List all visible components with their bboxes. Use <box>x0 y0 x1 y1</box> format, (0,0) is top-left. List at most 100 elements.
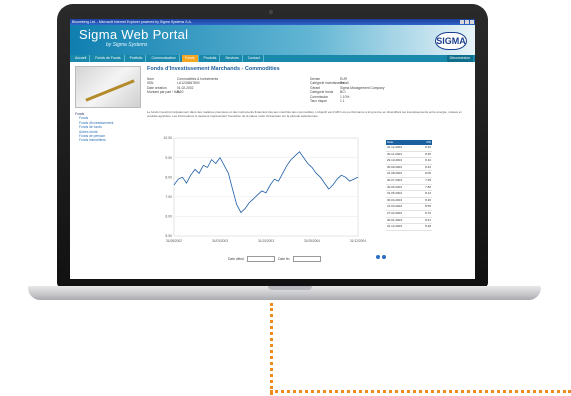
browser-title: Bloomberg Ltd. - Microsoft Internet Expl… <box>72 20 192 24</box>
table-cell-nav: 8.05 <box>425 171 431 176</box>
nav-item-communication[interactable]: Communication <box>148 55 180 62</box>
y-tick-label: 7.00 <box>165 195 172 199</box>
pen-image <box>85 79 135 102</box>
fund-info-right: Devise EUR Catégorie investisseurs Retail … <box>310 77 385 103</box>
sidebar-tree: Fonds Fonds Fonds d'investissement Fonds… <box>75 112 113 143</box>
laptop-base <box>28 286 541 300</box>
table-cell-nav: 8.10 <box>425 158 431 163</box>
x-tick-label: 31/08/2002 <box>166 239 182 243</box>
date-filter: Date début Date fin <box>228 256 321 262</box>
table-cell-date: 30.11.2004 <box>387 151 402 156</box>
table-cell-nav: 8.12 <box>425 191 431 196</box>
info-value: 8.20 <box>177 90 184 95</box>
info-row: Taux risque 1.1 <box>310 99 385 103</box>
portal-title: Sigma Web Portal <box>79 27 189 42</box>
date-from-input[interactable] <box>247 256 276 262</box>
table-cell-date: 29.10.2004 <box>387 158 403 163</box>
table-row: 29.10.2004 8.10 <box>386 158 432 165</box>
dotted-callout-vertical <box>270 303 273 395</box>
date-from-label: Date début <box>228 257 245 261</box>
table-cell-nav: 8.48 <box>425 224 431 229</box>
table-row: 30.09.2004 8.42 <box>386 165 432 172</box>
nav-item-portfolio[interactable]: Portfolio <box>127 55 147 62</box>
table-cell-date: 30.09.2004 <box>387 164 403 169</box>
info-key: Montant par part / NAV <box>147 90 181 95</box>
table-body: 31.12.2004 8.20 30.11.2004 8.35 29.10.2004 8.… <box>386 145 432 231</box>
y-tick-label: 9.00 <box>165 156 172 160</box>
table-cell-date: 31.03.2004 <box>387 204 403 209</box>
camera-icon <box>269 10 273 14</box>
table-cell-nav: 8.42 <box>425 164 431 169</box>
nav-item-contact[interactable]: Contact <box>245 55 264 62</box>
nav-item-funds[interactable]: Funds <box>181 55 199 62</box>
table-row: 30.01.2004 8.61 <box>386 218 432 225</box>
sidebar-item[interactable]: Fonds immobiliers <box>75 138 113 142</box>
table-cell-date: 30.06.2004 <box>387 184 403 189</box>
table-row: 30.11.2004 8.35 <box>386 152 432 159</box>
table-cell-nav: 8.30 <box>425 197 431 202</box>
nav-item-services[interactable]: Services <box>222 55 243 62</box>
table-cell-nav: 8.20 <box>425 145 431 149</box>
maximize-icon[interactable] <box>465 20 469 24</box>
table-cell-date: 30.04.2004 <box>387 197 403 202</box>
table-row: 30.06.2004 7.80 <box>386 185 432 192</box>
laptop-lid: Bloomberg Ltd. - Microsoft Internet Expl… <box>57 4 488 287</box>
table-row: 31.12.2003 8.48 <box>386 224 432 231</box>
table-row: 30.07.2004 7.95 <box>386 178 432 185</box>
table-cell-date: 31.12.2003 <box>387 224 403 229</box>
table-cell-nav: 8.70 <box>425 210 431 215</box>
fund-description: Le fonds investit principalement dans de… <box>147 110 462 119</box>
nav-item-fund-of-funds[interactable]: Fonds de Funds <box>92 55 125 62</box>
y-tick-label: 8.00 <box>165 175 172 179</box>
table-cell-date: 30.01.2004 <box>387 217 403 222</box>
table-row: 31.12.2004 8.20 <box>386 145 432 152</box>
table-cell-date: 27.02.2004 <box>387 210 403 215</box>
table-row: 31.05.2004 8.12 <box>386 191 432 198</box>
fund-info-left: Nom Commodities & Investments ISIN LU12345… <box>147 77 218 95</box>
main-content: Fonds d'Investissement Marchands - Commo… <box>70 62 475 279</box>
nav-table: Date VNI 31.12.2004 8.20 30.11.2004 8.35 29.… <box>386 140 432 231</box>
table-cell-date: 31.12.2004 <box>387 145 403 149</box>
table-cell-date: 31.08.2004 <box>387 171 403 176</box>
next-button[interactable] <box>382 255 386 259</box>
logout-link[interactable]: Déconnexion <box>446 55 473 62</box>
nav-line-chart: 5.00 6.00 7.00 8.00 9.00 10.00 31/08/2002 31/03… <box>164 136 367 243</box>
info-value: Sigma Management Company <box>340 85 385 90</box>
table-cell-date: 30.07.2004 <box>387 177 403 182</box>
table-row: 27.02.2004 8.70 <box>386 211 432 218</box>
x-tick-label: 31/03/2003 <box>212 239 228 243</box>
laptop-screen: Bloomberg Ltd. - Microsoft Internet Expl… <box>70 19 475 279</box>
nav-item-products[interactable]: Produits <box>201 55 221 62</box>
dotted-callout-horizontal <box>270 390 571 393</box>
table-cell-nav: 8.35 <box>425 151 431 156</box>
nav-item-home[interactable]: Accueil <box>72 55 91 62</box>
filter-buttons <box>376 255 386 259</box>
info-key: Taux risque <box>310 98 327 103</box>
info-row: Montant par part / NAV 8.20 <box>147 90 218 94</box>
table-cell-nav: 7.80 <box>425 184 431 189</box>
y-tick-label: 5.00 <box>165 234 172 238</box>
prev-button[interactable] <box>376 255 380 259</box>
main-nav: Accueil Fonds de Funds Portfolio Communi… <box>70 55 475 62</box>
table-row: 31.08.2004 8.05 <box>386 171 432 178</box>
laptop-notch <box>268 286 312 290</box>
window-controls <box>460 20 474 24</box>
table-cell-date: 31.05.2004 <box>387 191 403 196</box>
table-cell-nav: 8.55 <box>425 204 431 209</box>
date-to-label: Date fin <box>278 257 290 261</box>
table-row: 31.03.2004 8.55 <box>386 204 432 211</box>
date-to-input[interactable] <box>292 256 321 262</box>
minimize-icon[interactable] <box>460 20 464 24</box>
portal-banner: Sigma Web Portal by Sigma Systems SIGMA <box>70 25 475 55</box>
x-tick-label: 31/05/2004 <box>304 239 320 243</box>
table-row: 30.04.2004 8.30 <box>386 198 432 205</box>
close-icon[interactable] <box>470 20 474 24</box>
table-cell-nav: 8.61 <box>425 217 431 222</box>
y-tick-label: 6.00 <box>165 215 172 219</box>
fund-title: Fonds d'Investissement Marchands - Commo… <box>147 66 280 72</box>
sigma-logo[interactable]: SIGMA <box>435 32 467 50</box>
y-tick-label: 10.00 <box>164 136 173 140</box>
info-value: 1.1 <box>340 98 345 103</box>
x-tick-label: 31/10/2003 <box>258 239 274 243</box>
fund-photo <box>75 66 141 108</box>
